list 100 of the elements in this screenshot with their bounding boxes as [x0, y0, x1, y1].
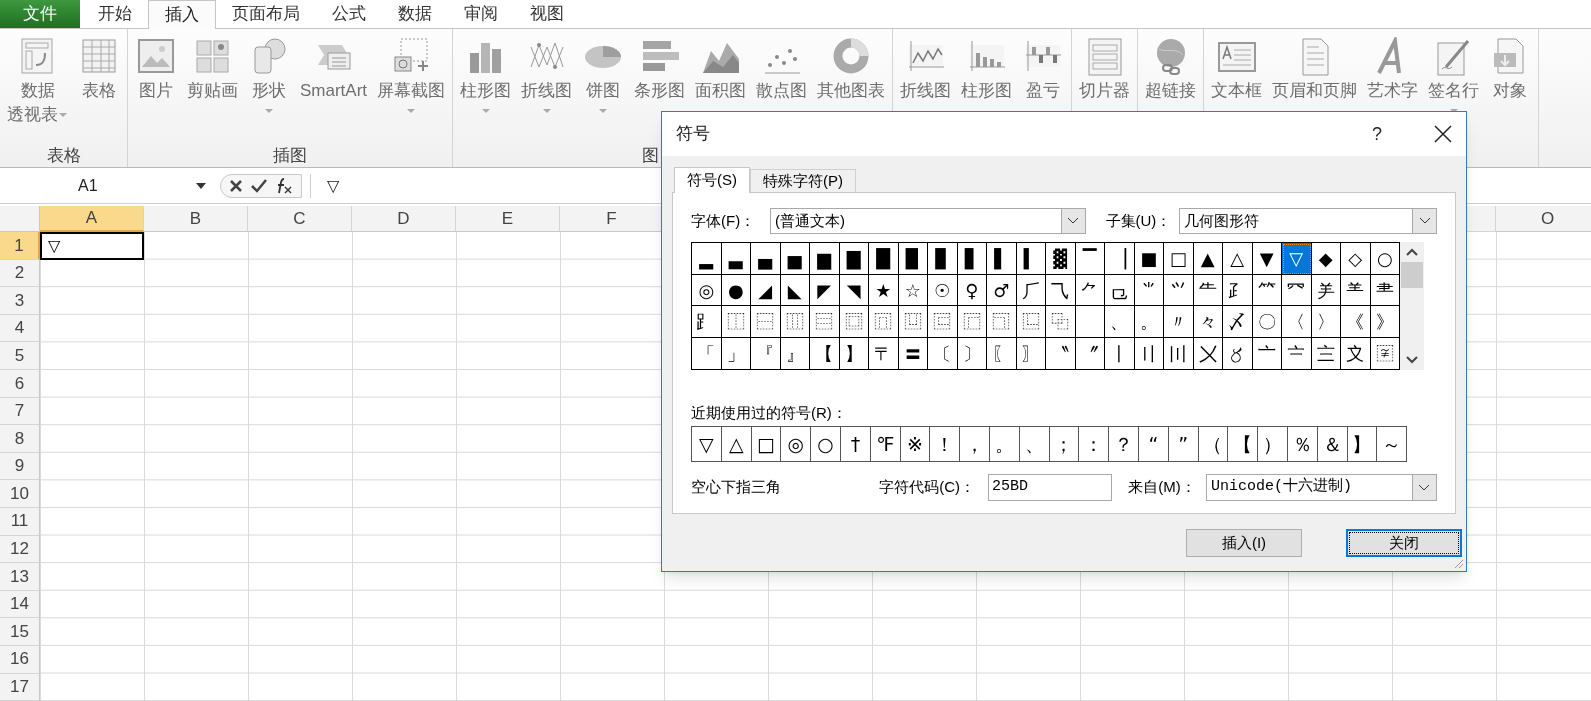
ribbon-button[interactable]: 剪贴画 [182, 29, 243, 143]
symbol-cell[interactable]: □ [1164, 243, 1194, 275]
ribbon-tab[interactable]: 文件 [0, 0, 80, 28]
symbol-cell[interactable]: ▕ [1105, 243, 1135, 275]
symbol-cell[interactable]: 〤 [1193, 338, 1223, 370]
recent-symbol-cell[interactable]: □ [751, 427, 782, 462]
symbol-cell[interactable]: ▽ [1282, 243, 1312, 275]
symbol-cell[interactable]: ⿸ [957, 306, 987, 339]
ribbon-button[interactable]: 页眉和页脚 [1267, 29, 1363, 143]
symbol-cell[interactable]: ▄ [751, 243, 781, 275]
recent-symbol-cell[interactable]: ○ [811, 427, 841, 462]
row-header[interactable]: 2 [0, 259, 40, 288]
symbol-cell[interactable]: 〗 [1016, 338, 1046, 370]
symbol-cell[interactable]: 【 [810, 338, 840, 370]
row-header[interactable]: 9 [0, 452, 40, 481]
row-header[interactable]: 14 [0, 590, 40, 619]
symbol-cell[interactable]: ◇ [1341, 243, 1371, 275]
ribbon-button[interactable]: 对象 [1484, 29, 1537, 143]
symbol-cell[interactable]: 〉 [1311, 306, 1341, 339]
symbol-cell[interactable]: ⿻ [1046, 306, 1076, 339]
column-header[interactable]: O [1496, 206, 1591, 232]
symbol-cell[interactable]: 〡 [1105, 338, 1135, 370]
symbol-cell[interactable]: ▓ [1046, 243, 1076, 275]
recent-symbol-cell[interactable]: 【 [1228, 427, 1259, 462]
symbol-cell[interactable]: ☉ [928, 274, 958, 307]
recent-symbol-cell[interactable]: ） [1258, 427, 1288, 462]
symbol-cell[interactable]: ▌ [987, 243, 1017, 275]
symbol-cell[interactable]: ◆ [1311, 243, 1341, 275]
symbol-cell[interactable]: 、 [1105, 306, 1135, 339]
symbol-cell[interactable]: 』 [780, 338, 810, 370]
symbol-cell[interactable]: ▊ [928, 243, 958, 275]
row-header[interactable]: 12 [0, 535, 40, 564]
column-header[interactable]: A [40, 206, 144, 232]
symbol-cell[interactable]: ⺪ [1223, 274, 1253, 307]
recent-symbol-cell[interactable]: ！ [930, 427, 961, 462]
symbol-cell[interactable]: ⿲ [780, 306, 810, 339]
function-icon[interactable] [275, 177, 293, 194]
symbol-cell[interactable]: △ [1223, 243, 1253, 275]
ribbon-tab[interactable]: 公式 [316, 0, 382, 28]
ribbon-button[interactable]: 屏幕截图 [372, 29, 451, 143]
symbol-cell[interactable]: ⿵ [869, 306, 899, 339]
ribbon-button[interactable]: 柱形图 [956, 29, 1018, 143]
symbol-cell[interactable]: ⿹ [987, 306, 1017, 339]
source-dropdown[interactable]: Unicode(十六进制) [1205, 474, 1437, 501]
symbol-cell[interactable]: ▔ [1075, 243, 1105, 275]
symbol-cell[interactable]: ⿷ [928, 306, 958, 339]
ribbon-tab[interactable]: 插入 [148, 0, 216, 29]
row-header[interactable]: 10 [0, 480, 40, 508]
ribbon-button[interactable]: 切片器 [1074, 29, 1136, 143]
symbol-cell[interactable]: ▲ [1193, 243, 1223, 275]
symbol-cell[interactable]: ⻊ [692, 306, 722, 339]
symbol-cell[interactable]: ★ [869, 274, 899, 307]
ribbon-tab[interactable]: 视图 [514, 0, 580, 28]
symbol-cell[interactable]: ▉ [898, 243, 928, 275]
row-header[interactable]: 15 [0, 618, 40, 646]
row-header[interactable]: 17 [0, 673, 40, 701]
symbol-cell[interactable]: ◎ [692, 274, 722, 307]
recent-symbol-cell[interactable]: ： [1079, 427, 1110, 462]
recent-symbol-cell[interactable]: ※ [900, 427, 931, 462]
symbol-cell[interactable]: ▇ [839, 243, 869, 275]
ribbon-tab[interactable]: 页面布局 [216, 0, 316, 28]
symbol-cell[interactable]: ⿰ [721, 306, 751, 339]
symbol-cell[interactable]: 」 [721, 338, 751, 370]
symbol-cell[interactable]: 〣 [1164, 338, 1194, 370]
ribbon-button[interactable]: 盈亏 [1017, 29, 1070, 143]
column-header[interactable]: C [248, 206, 352, 232]
symbol-cell[interactable]: 〞 [1075, 338, 1105, 370]
symbol-cell[interactable]: ⺷ [1341, 274, 1371, 307]
recent-symbol-cell[interactable]: ～ [1377, 427, 1408, 462]
recent-symbol-cell[interactable]: ℉ [870, 427, 901, 462]
symbol-cell[interactable]: ⿳ [810, 306, 840, 339]
column-header[interactable]: F [560, 206, 664, 232]
ribbon-button[interactable]: 签名行 [1423, 29, 1485, 143]
ribbon-button[interactable]: SmartArt [295, 29, 373, 143]
symbol-cell[interactable]: 〩 [1341, 338, 1371, 370]
symbol-cell[interactable]: 〒 [869, 338, 899, 370]
subset-dropdown[interactable]: 几何图形符 [1178, 208, 1437, 234]
recent-symbol-cell[interactable]: ▽ [692, 427, 722, 462]
scrollbar[interactable] [1400, 242, 1424, 370]
cell[interactable]: ▽ [40, 232, 144, 260]
symbol-cell[interactable]: ⿺ [1016, 306, 1046, 339]
row-header[interactable]: 5 [0, 342, 40, 370]
symbol-cell[interactable]: 。 [1134, 306, 1164, 339]
symbol-cell[interactable]: 〔 [928, 338, 958, 370]
dialog-button[interactable]: 关闭 [1346, 529, 1462, 557]
symbol-cell[interactable]: 〥 [1223, 338, 1253, 370]
symbol-cell[interactable]: 〇 [1252, 306, 1282, 339]
symbol-cell[interactable]: ⿴ [839, 306, 869, 339]
ribbon-tab[interactable]: 数据 [382, 0, 448, 28]
dialog-button[interactable]: 插入(I) [1186, 529, 1302, 557]
symbol-cell[interactable]: 〖 [987, 338, 1017, 370]
recent-symbol-cell[interactable]: 、 [1019, 427, 1050, 462]
ribbon-button[interactable]: 其他图表 [812, 29, 891, 143]
help-button[interactable]: ? [1372, 120, 1382, 148]
symbol-cell[interactable]: 】 [839, 338, 869, 370]
recent-symbol-cell[interactable]: 。 [989, 427, 1020, 462]
recent-symbol-cell[interactable]: ； [1049, 427, 1080, 462]
ribbon-button[interactable]: 柱形图 [455, 29, 517, 143]
column-header[interactable]: D [352, 206, 456, 232]
recent-symbol-cell[interactable]: 】 [1347, 427, 1378, 462]
